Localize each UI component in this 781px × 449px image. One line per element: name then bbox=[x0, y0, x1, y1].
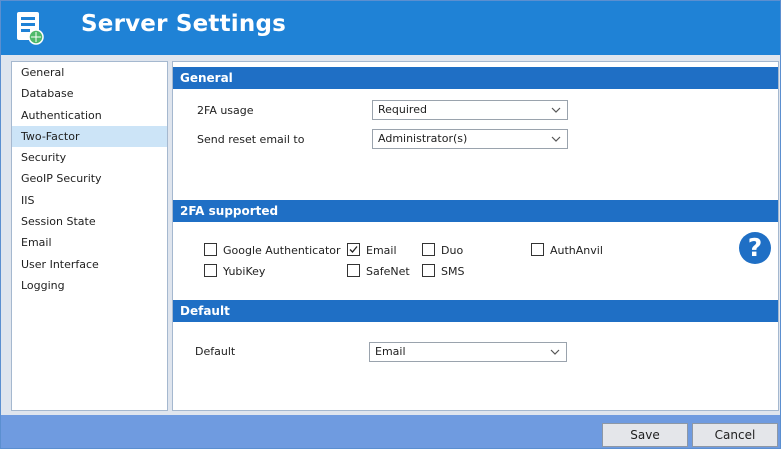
2fa-usage-label: 2FA usage bbox=[197, 104, 254, 117]
checkbox-box bbox=[422, 243, 435, 256]
duo-checkbox[interactable]: Duo bbox=[422, 243, 463, 257]
2fa-usage-select[interactable]: Required bbox=[372, 100, 568, 120]
checkbox-label: Email bbox=[366, 244, 397, 257]
settings-panel: General 2FA usage Required Send reset em… bbox=[172, 61, 779, 411]
server-settings-window: Server Settings General Database Authent… bbox=[0, 0, 781, 449]
sidebar-item-two-factor[interactable]: Two-Factor bbox=[12, 125, 167, 148]
checkbox-label: Google Authenticator bbox=[223, 244, 341, 257]
checkbox-box bbox=[204, 264, 217, 277]
checkbox-label: Duo bbox=[441, 244, 464, 257]
default-method-select[interactable]: Email bbox=[369, 342, 567, 362]
sidebar-item-logging[interactable]: Logging bbox=[12, 275, 167, 296]
checkmark-icon bbox=[349, 246, 358, 253]
authanvil-checkbox[interactable]: AuthAnvil bbox=[531, 243, 603, 257]
send-reset-email-select[interactable]: Administrator(s) bbox=[372, 129, 568, 149]
2fa-usage-value: Required bbox=[378, 103, 427, 116]
help-icon[interactable]: ? bbox=[739, 232, 771, 264]
sidebar-item-geoip-security[interactable]: GeoIP Security bbox=[12, 168, 167, 189]
checkbox-label: YubiKey bbox=[223, 265, 266, 278]
checkbox-label: SMS bbox=[441, 265, 465, 278]
sidebar-item-user-interface[interactable]: User Interface bbox=[12, 254, 167, 275]
sidebar-item-authentication[interactable]: Authentication bbox=[12, 105, 167, 126]
title-bar: Server Settings bbox=[1, 1, 780, 55]
settings-nav: General Database Authentication Two-Fact… bbox=[11, 61, 168, 411]
sidebar-item-iis[interactable]: IIS bbox=[12, 190, 167, 211]
general-section-header: General bbox=[173, 67, 778, 89]
checkbox-box bbox=[347, 264, 360, 277]
default-section-header: Default bbox=[173, 300, 778, 322]
checkbox-box bbox=[531, 243, 544, 256]
chevron-down-icon bbox=[551, 107, 561, 113]
2fa-supported-section-header: 2FA supported bbox=[173, 200, 778, 222]
window-title: Server Settings bbox=[81, 11, 287, 37]
sidebar-item-database[interactable]: Database bbox=[12, 83, 167, 104]
chevron-down-icon bbox=[551, 136, 561, 142]
sidebar-item-session-state[interactable]: Session State bbox=[12, 211, 167, 232]
server-settings-app-icon bbox=[17, 12, 44, 45]
chevron-down-icon bbox=[550, 349, 560, 355]
checkbox-label: AuthAnvil bbox=[550, 244, 603, 257]
save-button[interactable]: Save bbox=[602, 423, 688, 447]
default-method-value: Email bbox=[375, 345, 406, 358]
checkbox-box bbox=[347, 243, 360, 256]
cancel-button[interactable]: Cancel bbox=[692, 423, 778, 447]
safenet-checkbox[interactable]: SafeNet bbox=[347, 264, 410, 278]
sidebar-item-general[interactable]: General bbox=[12, 62, 167, 83]
send-reset-email-label: Send reset email to bbox=[197, 133, 305, 146]
yubikey-checkbox[interactable]: YubiKey bbox=[204, 264, 265, 278]
sidebar-item-email[interactable]: Email bbox=[12, 232, 167, 253]
checkbox-label: SafeNet bbox=[366, 265, 410, 278]
checkbox-box bbox=[422, 264, 435, 277]
sms-checkbox[interactable]: SMS bbox=[422, 264, 464, 278]
email-checkbox[interactable]: Email bbox=[347, 243, 397, 257]
sidebar-item-security[interactable]: Security bbox=[12, 147, 167, 168]
send-reset-email-value: Administrator(s) bbox=[378, 132, 468, 145]
checkbox-box bbox=[204, 243, 217, 256]
google-authenticator-checkbox[interactable]: Google Authenticator bbox=[204, 243, 341, 257]
default-method-label: Default bbox=[195, 345, 236, 358]
